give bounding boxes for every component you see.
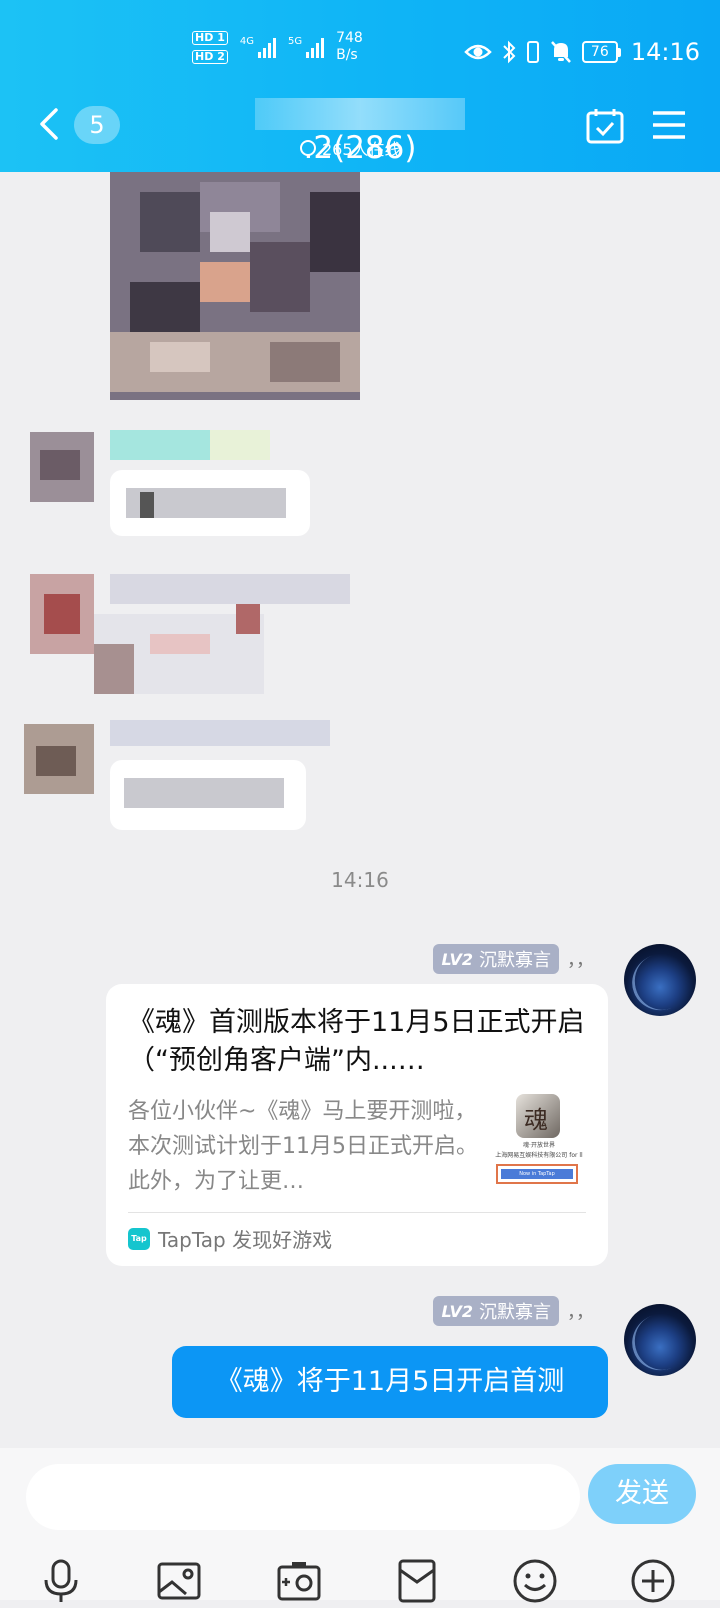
microphone-icon[interactable] xyxy=(38,1558,84,1604)
avatar[interactable] xyxy=(624,1304,696,1376)
signal-5g-icon: 5G xyxy=(288,36,325,58)
card-divider xyxy=(128,1212,586,1213)
thumbnail-button: Now in TapTap xyxy=(496,1164,578,1184)
hd1-indicator: HD 1 xyxy=(192,30,228,45)
back-chevron-icon[interactable] xyxy=(36,106,62,142)
chat-header: HD 1 HD 2 4G 5G 748 B/s 76 14:16 5 .2(28… xyxy=(0,0,720,172)
taptap-icon: Tap xyxy=(128,1227,150,1250)
send-button[interactable]: 发送 xyxy=(588,1464,696,1524)
plus-icon[interactable] xyxy=(630,1558,676,1604)
red-packet-icon[interactable] xyxy=(394,1558,440,1604)
sender-line: LV2 沉默寡言 ，， xyxy=(433,1296,594,1326)
card-title: 《魂》首测版本将于11月5日正式开启（“预创角客户端”内...… xyxy=(128,1007,585,1076)
eye-icon xyxy=(464,44,492,60)
bluetooth-icon xyxy=(503,40,516,64)
redacted-image-message[interactable] xyxy=(110,172,370,402)
input-bar: 发送 xyxy=(0,1448,720,1603)
sender-line: LV2 沉默寡言 ，， xyxy=(433,944,594,974)
avatar[interactable] xyxy=(624,944,696,1016)
card-thumbnail: 魂·开放世界 上海网易互娱科技有限公司 for ll Now in TapTap xyxy=(490,1094,588,1198)
unread-count-badge[interactable]: 5 xyxy=(74,106,120,144)
redacted-message-2[interactable] xyxy=(30,574,360,704)
toolbar xyxy=(0,1558,720,1608)
redacted-group-name xyxy=(255,97,465,130)
bell-muted-icon xyxy=(550,41,571,63)
vibrate-icon xyxy=(526,41,539,63)
signal-4g-icon: 4G xyxy=(240,36,276,58)
message-input[interactable] xyxy=(26,1464,580,1530)
level-badge: LV2 沉默寡言 xyxy=(433,1296,559,1326)
card-source: Tap TapTap 发现好游戏 xyxy=(128,1224,332,1253)
message-bubble[interactable]: 《魂》将于11月5日开启首测 xyxy=(172,1346,608,1418)
card-description: 各位小伙伴~《魂》马上要开测啦，本次测试计划于11月5日正式开启。此外，为了让更… xyxy=(128,1099,478,1194)
status-bar-left: HD 1 HD 2 4G 5G 748 B/s xyxy=(192,30,363,64)
shared-link-card[interactable]: 《魂》首测版本将于11月5日正式开启（“预创角客户端”内...… 各位小伙伴~《… xyxy=(106,984,608,1266)
network-speed: 748 B/s xyxy=(336,30,363,63)
redacted-message-1[interactable] xyxy=(30,420,330,540)
online-ring-icon xyxy=(300,140,316,156)
emoji-icon[interactable] xyxy=(512,1558,558,1604)
status-bar-right: 76 14:16 xyxy=(464,38,700,66)
camera-icon[interactable] xyxy=(276,1558,322,1604)
redacted-message-3[interactable] xyxy=(24,716,344,836)
message-timestamp: 14:16 xyxy=(331,868,389,892)
hd2-indicator: HD 2 xyxy=(192,49,228,64)
game-app-icon xyxy=(516,1094,560,1138)
level-badge: LV2 沉默寡言 xyxy=(433,944,559,974)
battery-icon: 76 xyxy=(581,41,621,63)
hamburger-menu-icon[interactable] xyxy=(652,110,686,140)
image-icon[interactable] xyxy=(156,1558,202,1604)
calendar-check-icon[interactable] xyxy=(586,108,624,144)
online-status: 265人在线 xyxy=(300,136,401,160)
clock: 14:16 xyxy=(630,38,700,66)
